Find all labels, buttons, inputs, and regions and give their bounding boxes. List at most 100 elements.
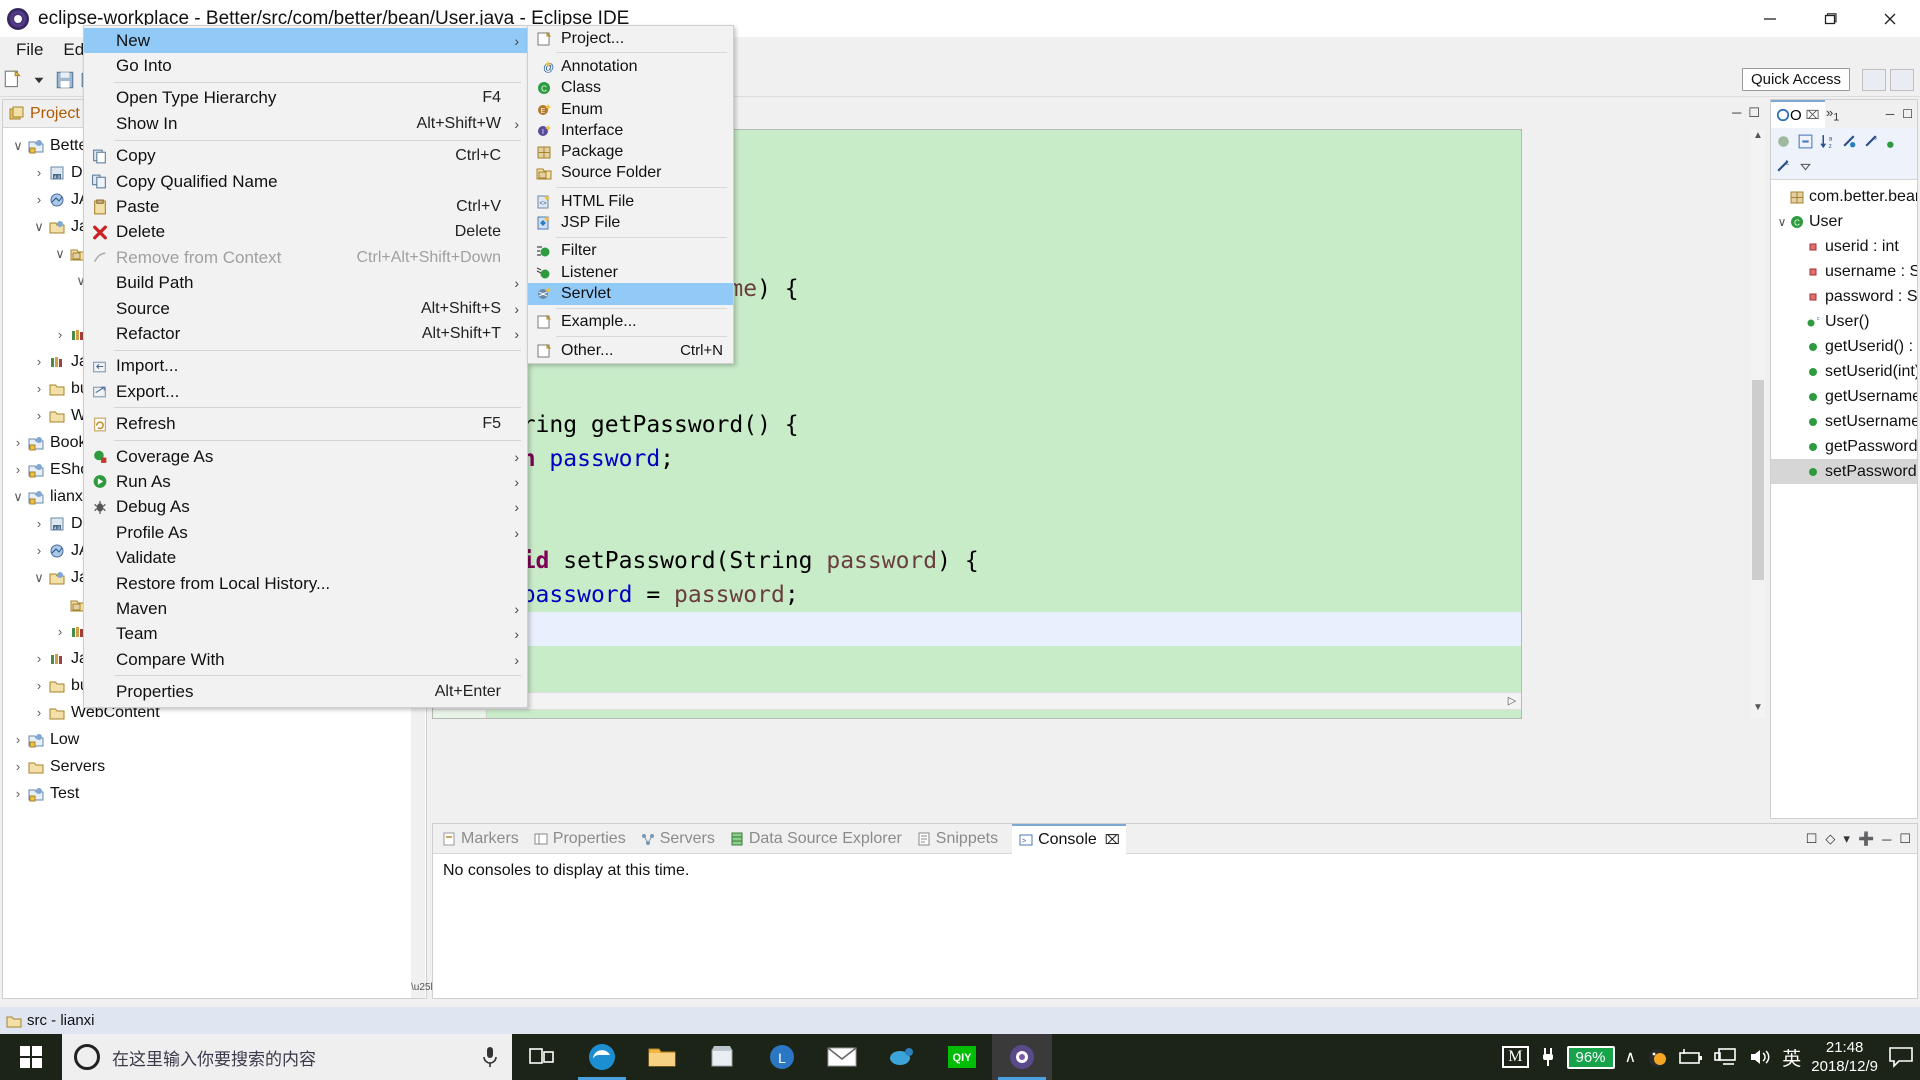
submenu-item-annotation[interactable]: @ Annotation — [528, 56, 733, 77]
hscroll-right-icon[interactable]: ▷ — [1504, 694, 1520, 708]
new-dropdown-icon[interactable] — [28, 69, 50, 91]
menu-item-new[interactable]: New › — [84, 28, 527, 54]
microphone-icon[interactable] — [480, 1044, 500, 1070]
menu-item-import[interactable]: Import... — [84, 354, 527, 379]
console-tab-data-source-explorer[interactable]: Data Source Explorer — [729, 830, 902, 848]
editor-vertical-scrollbar[interactable]: ▲ ▼ — [1751, 130, 1765, 718]
menu-item-go-into[interactable]: Go Into — [84, 53, 527, 78]
new-submenu[interactable]: Project... @ Annotation C Class E Enum I Interfa… — [527, 25, 734, 365]
code-line[interactable] — [488, 374, 1521, 408]
submenu-item-servlet[interactable]: Servlet — [528, 283, 733, 305]
menu-item-debug-as[interactable]: Debug As › — [84, 495, 527, 520]
collapsed-arrow-icon[interactable]: › — [30, 651, 48, 666]
save-icon[interactable] — [54, 69, 76, 91]
menu-item-copy-qualified-name[interactable]: Copy Qualified Name — [84, 169, 527, 194]
scroll-down-icon[interactable]: \u25bc — [411, 982, 441, 998]
menu-item-validate[interactable]: Validate — [84, 545, 527, 570]
collapsed-arrow-icon[interactable]: › — [30, 408, 48, 423]
code-line[interactable] — [488, 510, 1521, 544]
menu-item-coverage-as[interactable]: Coverage As › — [84, 444, 527, 469]
code-line[interactable] — [488, 612, 1521, 646]
ime-indicator[interactable]: 英 — [1782, 1044, 1801, 1071]
outline-item[interactable]: username : String — [1771, 259, 1917, 284]
code-line[interactable]: urn password; — [488, 442, 1521, 476]
menu-item-run-as[interactable]: Run As › — [84, 469, 527, 494]
collapsed-arrow-icon[interactable]: › — [51, 327, 69, 342]
editor-scroll-up-icon[interactable]: ▲ — [1751, 130, 1765, 146]
maximize-button[interactable] — [1800, 0, 1860, 37]
menu-item-delete[interactable]: Delete Delete — [84, 220, 527, 245]
outline-minimize-icon[interactable]: ─ — [1886, 107, 1895, 121]
menu-item-open-type-hierarchy[interactable]: Open Type Hierarchy F4 — [84, 86, 527, 111]
collapsed-arrow-icon[interactable]: › — [30, 678, 48, 693]
outline-tree[interactable]: com.better.bean ∨ C User userid : int usernam… — [1771, 180, 1917, 484]
taskbar-search[interactable]: 在这里输入你要搜索的内容 — [62, 1034, 512, 1080]
clock[interactable]: 21:48 2018/12/9 — [1811, 1038, 1878, 1076]
code-line[interactable]: s.password = password; — [488, 578, 1521, 612]
task-view-icon[interactable] — [512, 1034, 572, 1080]
hide-local-icon[interactable]: L — [1775, 158, 1792, 175]
expanded-arrow-icon[interactable]: ∨ — [9, 138, 27, 154]
volume-icon[interactable] — [1748, 1047, 1772, 1067]
console-tab-console[interactable]: > Console ⌧ — [1012, 823, 1126, 854]
quick-access-input[interactable]: Quick Access — [1741, 68, 1850, 91]
menu-item-source[interactable]: Source Alt+Shift+S › — [84, 296, 527, 321]
outline-item[interactable]: setUsername(String) : void — [1771, 409, 1917, 434]
iqiyi-icon[interactable]: QIY — [932, 1034, 992, 1080]
collapsed-arrow-icon[interactable]: › — [9, 786, 27, 801]
submenu-item-class[interactable]: C Class — [528, 78, 733, 99]
close-button[interactable] — [1860, 0, 1920, 37]
console-tab-markers[interactable]: Markers — [441, 830, 519, 848]
outline-item[interactable]: userid : int — [1771, 234, 1917, 259]
tree-item[interactable]: › Test — [3, 780, 426, 807]
console-maximize-icon[interactable]: ☐ — [1899, 831, 1911, 847]
focus-active-task-icon[interactable] — [1775, 133, 1792, 150]
console-new-icon[interactable]: ➕ — [1858, 831, 1874, 847]
editor-horizontal-scrollbar[interactable]: ◁ ▷ — [433, 692, 1521, 710]
console-minimize-icon[interactable]: ─ — [1882, 832, 1891, 847]
editor-minimize-icon[interactable]: ─ — [1732, 105, 1741, 121]
outline-item[interactable]: getUserid() : int — [1771, 334, 1917, 359]
hide-fields-icon[interactable] — [1841, 133, 1858, 150]
outline-close-icon[interactable]: ⌧ — [1806, 108, 1820, 122]
menu-item-team[interactable]: Team › — [84, 622, 527, 647]
collapsed-arrow-icon[interactable]: › — [30, 516, 48, 531]
collapsed-arrow-icon[interactable]: › — [30, 165, 48, 180]
power-plug-icon[interactable] — [1539, 1046, 1557, 1068]
mendeley-icon[interactable]: M — [1502, 1046, 1529, 1068]
collapsed-arrow-icon[interactable]: › — [30, 192, 48, 207]
hide-static-icon[interactable]: s — [1863, 133, 1880, 150]
outline-item[interactable]: setPassword(String) : void — [1771, 459, 1917, 484]
menu-file[interactable]: File — [6, 38, 53, 62]
editor-maximize-icon[interactable]: ☐ — [1748, 105, 1760, 121]
menu-item-export[interactable]: Export... — [84, 379, 527, 404]
submenu-item-project[interactable]: Project... — [528, 28, 733, 49]
perspective-java-ee-icon[interactable] — [1862, 69, 1886, 91]
battery-icon[interactable] — [1678, 1047, 1704, 1067]
code-line[interactable]: void setPassword(String password) { — [488, 544, 1521, 578]
collapsed-arrow-icon[interactable]: › — [30, 354, 48, 369]
submenu-item-source-folder[interactable]: Source Folder — [528, 163, 733, 184]
submenu-item-html-file[interactable]: <> HTML File — [528, 191, 733, 212]
eclipse-taskbar-icon[interactable] — [992, 1034, 1052, 1080]
code-line[interactable]: String getPassword() { — [488, 408, 1521, 442]
collapsed-arrow-icon[interactable]: › — [9, 435, 27, 450]
console-tab-close-icon[interactable]: ⌧ — [1105, 832, 1120, 848]
mail-icon[interactable] — [812, 1034, 872, 1080]
code-line[interactable] — [488, 476, 1521, 510]
menu-item-maven[interactable]: Maven › — [84, 596, 527, 621]
menu-item-show-in[interactable]: Show In Alt+Shift+W › — [84, 111, 527, 136]
console-pin-icon[interactable]: ◇ — [1825, 831, 1835, 847]
console-menu-icon[interactable]: ▾ — [1843, 831, 1850, 847]
outline-item[interactable]: c User() — [1771, 309, 1917, 334]
menu-item-restore-from-local-history[interactable]: Restore from Local History... — [84, 571, 527, 596]
outline-item[interactable]: getUsername() : String — [1771, 384, 1917, 409]
menu-item-refactor[interactable]: Refactor Alt+Shift+T › — [84, 321, 527, 346]
qq-icon[interactable] — [1646, 1046, 1668, 1068]
collapsed-arrow-icon[interactable]: › — [9, 732, 27, 747]
menu-item-profile-as[interactable]: Profile As › — [84, 520, 527, 545]
tree-item[interactable]: › Low — [3, 726, 426, 753]
minimize-button[interactable] — [1740, 0, 1800, 37]
menu-item-compare-with[interactable]: Compare With › — [84, 647, 527, 672]
menu-item-refresh[interactable]: Refresh F5 — [84, 411, 527, 436]
